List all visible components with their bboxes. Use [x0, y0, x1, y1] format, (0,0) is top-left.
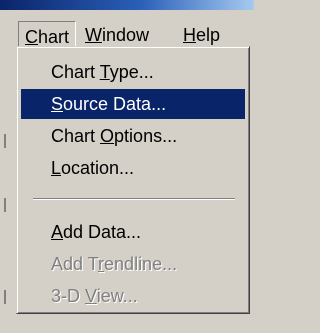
- item-text-key: T: [99, 62, 110, 82]
- menu-window-post: indow: [102, 25, 150, 45]
- menu-help-key: H: [183, 25, 196, 45]
- item-text-key: V: [85, 286, 97, 306]
- menu-item-add-data[interactable]: Add Data...: [21, 217, 245, 247]
- menu-item-source-data[interactable]: Source Data...: [21, 89, 245, 119]
- menu-item-chart-options[interactable]: Chart Options...: [21, 121, 245, 151]
- edge-divider: [4, 134, 6, 148]
- item-text-key: O: [100, 126, 115, 146]
- item-text-pre: Chart: [51, 126, 101, 146]
- menu-item-location[interactable]: Location...: [21, 153, 245, 183]
- menu-item-chart-type[interactable]: Chart Type...: [21, 57, 245, 87]
- menu-help[interactable]: Help: [183, 22, 220, 48]
- item-text-key: A: [51, 222, 64, 242]
- item-text-key: L: [51, 158, 62, 178]
- item-text-post: ocation...: [61, 158, 135, 178]
- edge-divider: [4, 198, 6, 212]
- item-text-post: ype...: [109, 62, 154, 82]
- menu-chart-post: hart: [38, 27, 70, 47]
- item-text-post: dd Data...: [63, 222, 142, 242]
- chart-dropdown-menu: Chart Type... Source Data... Chart Optio…: [16, 46, 250, 314]
- item-text-key: S: [51, 94, 64, 114]
- background-window-edge: [0, 46, 16, 333]
- item-text-post: ource Data...: [63, 94, 167, 114]
- menu-window-key: W: [85, 25, 102, 45]
- menu-item-3d-view: 3-D View...: [21, 281, 245, 311]
- item-text-pre: Chart: [51, 62, 100, 82]
- item-text-post: endline...: [104, 254, 178, 274]
- menu-item-add-trendline: Add Trendline...: [21, 249, 245, 279]
- item-text-post: ptions...: [114, 126, 178, 146]
- item-text-pre: Add T: [51, 254, 99, 274]
- title-bar-strip: [0, 0, 254, 10]
- menu-chart-key: C: [25, 27, 38, 47]
- edge-divider: [4, 290, 6, 304]
- item-text-pre: 3-D: [51, 286, 86, 306]
- menu-bar: Chart Window Help: [0, 10, 254, 53]
- menu-separator: [33, 198, 235, 200]
- item-text-post: iew...: [96, 286, 138, 306]
- menu-window[interactable]: Window: [85, 22, 149, 48]
- menu-help-post: elp: [196, 25, 221, 45]
